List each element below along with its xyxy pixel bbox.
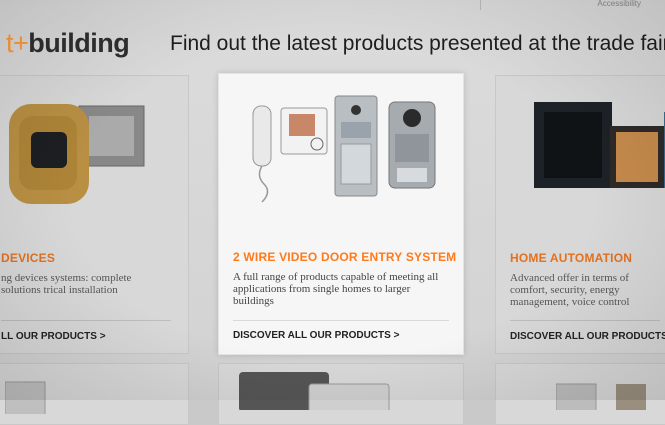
video-door-entry-image [252, 95, 436, 203]
discover-products-link[interactable]: DISCOVER ALL OUR PRODUCTS > [510, 331, 665, 342]
top-utility-link[interactable]: Accessibility [480, 0, 641, 10]
brand-prefix: t+ [6, 28, 29, 58]
brand-word: building [28, 28, 130, 58]
home-automation-panel-image [534, 102, 665, 188]
page-tagline: Find out the latest products presented a… [170, 32, 665, 55]
page: Accessibility t+building Find out the la… [0, 0, 665, 425]
card-bottom-center[interactable] [218, 363, 464, 425]
wall-switch-image [9, 104, 145, 204]
card-divider [233, 320, 449, 321]
product-image [556, 383, 646, 410]
discover-products-link[interactable]: DISCOVER ALL OUR PRODUCTS > [233, 330, 399, 341]
card-devices[interactable]: DEVICES ng devices systems: complete sol… [0, 75, 189, 354]
product-image [5, 381, 46, 414]
card-description: Advanced offer in terms of comfort, secu… [510, 272, 630, 308]
card-divider [510, 320, 660, 321]
discover-products-link[interactable]: LL OUR PRODUCTS > [1, 331, 106, 342]
card-title: HOME AUTOMATION [510, 251, 633, 265]
header: t+building Find out the latest products … [0, 22, 665, 66]
top-utility-label: Accessibility [597, 0, 641, 8]
product-image [239, 372, 390, 410]
card-bottom-right[interactable] [495, 363, 665, 425]
card-description: A full range of products capable of meet… [233, 271, 439, 307]
brand-logo[interactable]: t+building [6, 28, 130, 59]
card-bottom-left[interactable] [0, 363, 189, 425]
card-title: 2 WIRE VIDEO DOOR ENTRY SYSTEM [233, 250, 457, 264]
card-home-automation[interactable]: HOME AUTOMATION Advanced offer in terms … [495, 75, 665, 354]
card-divider [1, 320, 171, 321]
card-title: DEVICES [1, 251, 56, 265]
card-video-door-entry[interactable]: 2 WIRE VIDEO DOOR ENTRY SYSTEM A full ra… [218, 73, 464, 355]
card-description: ng devices systems: complete solutions t… [1, 272, 132, 296]
